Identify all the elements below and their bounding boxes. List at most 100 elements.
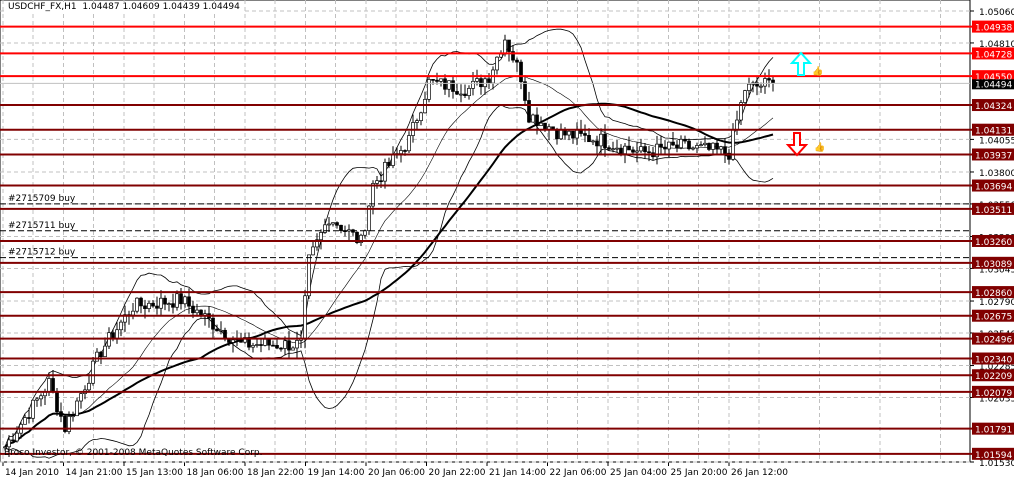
candle-body	[603, 133, 607, 149]
candle-body	[79, 393, 83, 402]
candle-body	[151, 302, 155, 307]
symbol-label: USDCHF_FX,H1	[8, 2, 77, 12]
candle-body	[423, 98, 427, 114]
candle-body	[767, 78, 771, 81]
candle-body	[663, 146, 667, 150]
candle-body	[131, 310, 135, 316]
level-price-label: 1.03511	[975, 206, 1012, 216]
candle-body	[59, 411, 63, 417]
current-price-label: 1.04494	[975, 80, 1012, 90]
candle-body	[23, 417, 27, 425]
candle-body	[439, 78, 443, 82]
chart-header: USDCHF_FX,H1 1.04487 1.04609 1.04439 1.0…	[6, 2, 242, 12]
candle-body	[407, 135, 411, 152]
candle-body	[631, 149, 635, 153]
candle-body	[27, 417, 31, 419]
candle-body	[675, 144, 679, 149]
candle-body	[531, 114, 535, 123]
candle-body	[387, 161, 391, 166]
candle-body	[403, 150, 407, 152]
order-label: #2715709 buy	[8, 194, 76, 204]
x-tick-label: 20 Jan 06:00	[368, 468, 425, 478]
order-label: #2715711 buy	[8, 221, 76, 231]
candle-body	[171, 303, 175, 308]
close-value: 1.04494	[202, 2, 240, 12]
candle-body	[559, 129, 563, 140]
candle-body	[215, 328, 219, 332]
candle-body	[483, 78, 487, 88]
candle-body	[279, 347, 283, 350]
candle-body	[671, 141, 675, 146]
candle-body	[687, 140, 691, 150]
candle-body	[611, 148, 615, 151]
candle-body	[711, 142, 715, 150]
level-price-label: 1.01791	[975, 426, 1012, 436]
candle-body	[615, 147, 619, 150]
candle-body	[595, 140, 599, 147]
candle-body	[103, 345, 107, 358]
x-tick-label: 25 Jan 04:00	[610, 468, 667, 478]
candle-body	[11, 439, 15, 442]
level-price-label: 1.03937	[975, 151, 1012, 161]
chart-window[interactable]: 14 Jan 2010 14 Jan 21:00 15 Jan 13:00 18 Ja…	[0, 0, 1014, 479]
level-price-label: 1.01594	[975, 451, 1012, 461]
candle-body	[503, 39, 507, 55]
candle-body	[743, 90, 747, 103]
candle-body	[527, 100, 531, 123]
candle-body	[515, 59, 519, 63]
level-price-label: 1.03260	[975, 238, 1012, 248]
candle-body	[735, 119, 739, 130]
candle-body	[715, 142, 719, 150]
x-tick-label: 21 Jan 14:00	[489, 468, 546, 478]
candle-body	[135, 297, 139, 312]
level-price-label: 1.02860	[975, 289, 1012, 299]
level-price-label: 1.02675	[975, 313, 1012, 323]
level-price-label: 1.02340	[975, 356, 1012, 366]
candle-body	[707, 142, 711, 150]
candle-body	[99, 351, 103, 358]
candle-body	[259, 344, 263, 346]
level-price-label: 1.02079	[975, 389, 1012, 399]
candle-body	[7, 439, 11, 448]
x-tick-label: 26 Jan 12:00	[731, 468, 788, 478]
candle-body	[699, 144, 703, 147]
candle-body	[523, 81, 527, 101]
candle-body	[507, 39, 511, 52]
candle-body	[659, 143, 663, 148]
level-price-label: 1.02209	[975, 372, 1012, 382]
level-price-label: 1.04938	[975, 24, 1012, 34]
x-tick-label: 18 Jan 22:00	[247, 468, 304, 478]
candle-body	[379, 180, 383, 183]
level-price-label: 1.04131	[975, 127, 1012, 137]
candle-body	[31, 399, 35, 419]
x-tick-label: 14 Jan 21:00	[66, 468, 123, 478]
candle-body	[275, 345, 279, 349]
candle-body	[467, 88, 471, 96]
thumbs-up-icon: 👍	[812, 65, 823, 77]
y-tick-label: 1.04055	[979, 136, 1014, 146]
low-value: 1.04439	[162, 2, 200, 12]
candle-body	[415, 120, 419, 123]
candle-body	[447, 80, 451, 90]
candle-body	[567, 130, 571, 136]
candle-body	[95, 351, 99, 362]
candle-body	[759, 85, 763, 88]
candle-body	[219, 329, 223, 332]
copyright-text: Broco Investor, © 2001-2008 MetaQuotes S…	[4, 448, 263, 458]
candle-body	[187, 296, 191, 307]
candle-body	[211, 317, 215, 330]
open-value: 1.04487	[82, 2, 120, 12]
candle-body	[519, 61, 523, 83]
order-label: #2715712 buy	[8, 248, 76, 258]
candle-body	[179, 293, 183, 305]
candle-body	[487, 78, 491, 84]
y-tick-label: 1.05060	[979, 8, 1014, 18]
candle-body	[499, 53, 503, 58]
candle-body	[399, 150, 403, 154]
price-chart[interactable]: 14 Jan 2010 14 Jan 21:00 15 Jan 13:00 18 Ja…	[0, 0, 1014, 479]
candle-body	[283, 340, 287, 349]
candle-body	[363, 230, 367, 236]
candle-body	[75, 400, 79, 417]
level-price-label: 1.02496	[975, 336, 1012, 346]
candle-body	[723, 146, 727, 154]
